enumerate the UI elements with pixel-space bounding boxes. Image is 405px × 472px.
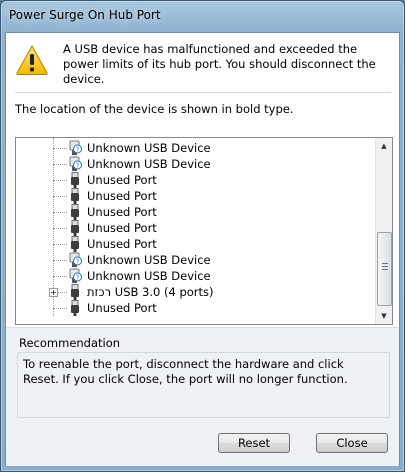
recommendation-text: To reenable the port, disconnect the har…: [23, 357, 348, 386]
tree-item[interactable]: ? Unknown USB Device: [16, 140, 371, 156]
tree-item[interactable]: ? Unknown USB Device: [16, 268, 371, 284]
close-button[interactable]: Close: [316, 433, 388, 453]
tree-connector: [53, 276, 67, 277]
warning-icon: [16, 44, 48, 75]
usb-unknown-device-icon: ?: [68, 268, 82, 284]
tree-item[interactable]: ? Unknown USB Device: [16, 252, 371, 268]
usb-plug-icon: [68, 236, 82, 252]
scroll-thumb[interactable]: [377, 232, 392, 306]
tree-item-label: Unknown USB Device: [87, 157, 211, 171]
tree-scrollbar[interactable]: ▲ ▼: [375, 138, 392, 324]
tree-connector: [53, 308, 67, 309]
recommendation-title: Recommendation: [19, 336, 121, 350]
svg-text:?: ?: [76, 146, 79, 154]
tree-connector: [53, 244, 67, 245]
svg-text:?: ?: [76, 162, 79, 170]
tree-connector: [53, 228, 67, 229]
tree-connector: [53, 164, 67, 165]
tree-item-label: Unused Port: [87, 237, 157, 251]
usb-plug-icon: [68, 188, 82, 204]
svg-text:?: ?: [76, 274, 79, 282]
usb-plug-icon: [68, 204, 82, 220]
grip-line: [382, 266, 388, 267]
tree-item[interactable]: ? Unknown USB Device: [16, 156, 371, 172]
tree-item-label: רכזת USB 3.0 (4 ports): [87, 285, 214, 299]
usb-unknown-device-icon: ?: [68, 156, 82, 172]
tree-item[interactable]: Unused Port: [16, 220, 371, 236]
tree-item-label: Unused Port: [87, 189, 157, 203]
dialog-window: Power Surge On Hub Port A USB device has…: [0, 0, 405, 472]
tree-item-label: Unused Port: [87, 205, 157, 219]
footer-panel: Recommendation To reenable the port, dis…: [6, 327, 399, 466]
tree-connector: [53, 212, 67, 213]
tree-item-label: Unknown USB Device: [87, 141, 211, 155]
usb-unknown-device-icon: ?: [68, 140, 82, 156]
tree-item-label: Unknown USB Device: [87, 269, 211, 283]
header-divider: [15, 92, 391, 93]
tree-item[interactable]: + רכזת USB 3.0 (4 ports): [16, 284, 371, 300]
tree-connector: [53, 260, 67, 261]
tree-item[interactable]: Unused Port: [16, 236, 371, 252]
usb-plug-icon: [68, 220, 82, 236]
scroll-down-icon[interactable]: ▼: [377, 308, 391, 324]
location-label: The location of the device is shown in b…: [15, 102, 294, 116]
tree-item[interactable]: Unused Port: [16, 204, 371, 220]
tree-item[interactable]: Unused Port: [16, 188, 371, 204]
usb-unknown-device-icon: ?: [68, 252, 82, 268]
tree-item-label: Unknown USB Device: [87, 253, 211, 267]
usb-plug-icon: [68, 172, 82, 188]
tree-connector: [53, 180, 67, 181]
tree-item[interactable]: Unused Port: [16, 172, 371, 188]
device-tree-items: ? Unknown USB Device? Unknown USB Device Un…: [16, 138, 376, 324]
svg-text:?: ?: [76, 258, 79, 266]
grip-line: [382, 269, 388, 270]
tree-item-label: Unused Port: [87, 301, 157, 315]
expand-icon[interactable]: +: [49, 288, 58, 297]
tree-item[interactable]: Unused Port: [16, 300, 371, 316]
usb-plug-icon: [68, 300, 82, 316]
reset-button[interactable]: Reset: [218, 433, 290, 453]
usb-hub-icon: [68, 284, 82, 300]
dialog-client-area: A USB device has malfunctioned and excee…: [5, 32, 400, 466]
tree-item-label: Unused Port: [87, 173, 157, 187]
tree-connector: [53, 196, 67, 197]
title-bar[interactable]: Power Surge On Hub Port: [1, 1, 404, 31]
recommendation-box: To reenable the port, disconnect the har…: [17, 352, 390, 418]
scroll-up-icon[interactable]: ▲: [377, 138, 391, 154]
tree-item-label: Unused Port: [87, 221, 157, 235]
window-title: Power Surge On Hub Port: [9, 8, 161, 22]
message-header: A USB device has malfunctioned and excee…: [6, 33, 399, 91]
device-tree[interactable]: ? Unknown USB Device? Unknown USB Device Un…: [15, 137, 393, 325]
warning-message: A USB device has malfunctioned and excee…: [63, 42, 376, 86]
tree-connector: [53, 148, 67, 149]
grip-line: [382, 263, 388, 264]
